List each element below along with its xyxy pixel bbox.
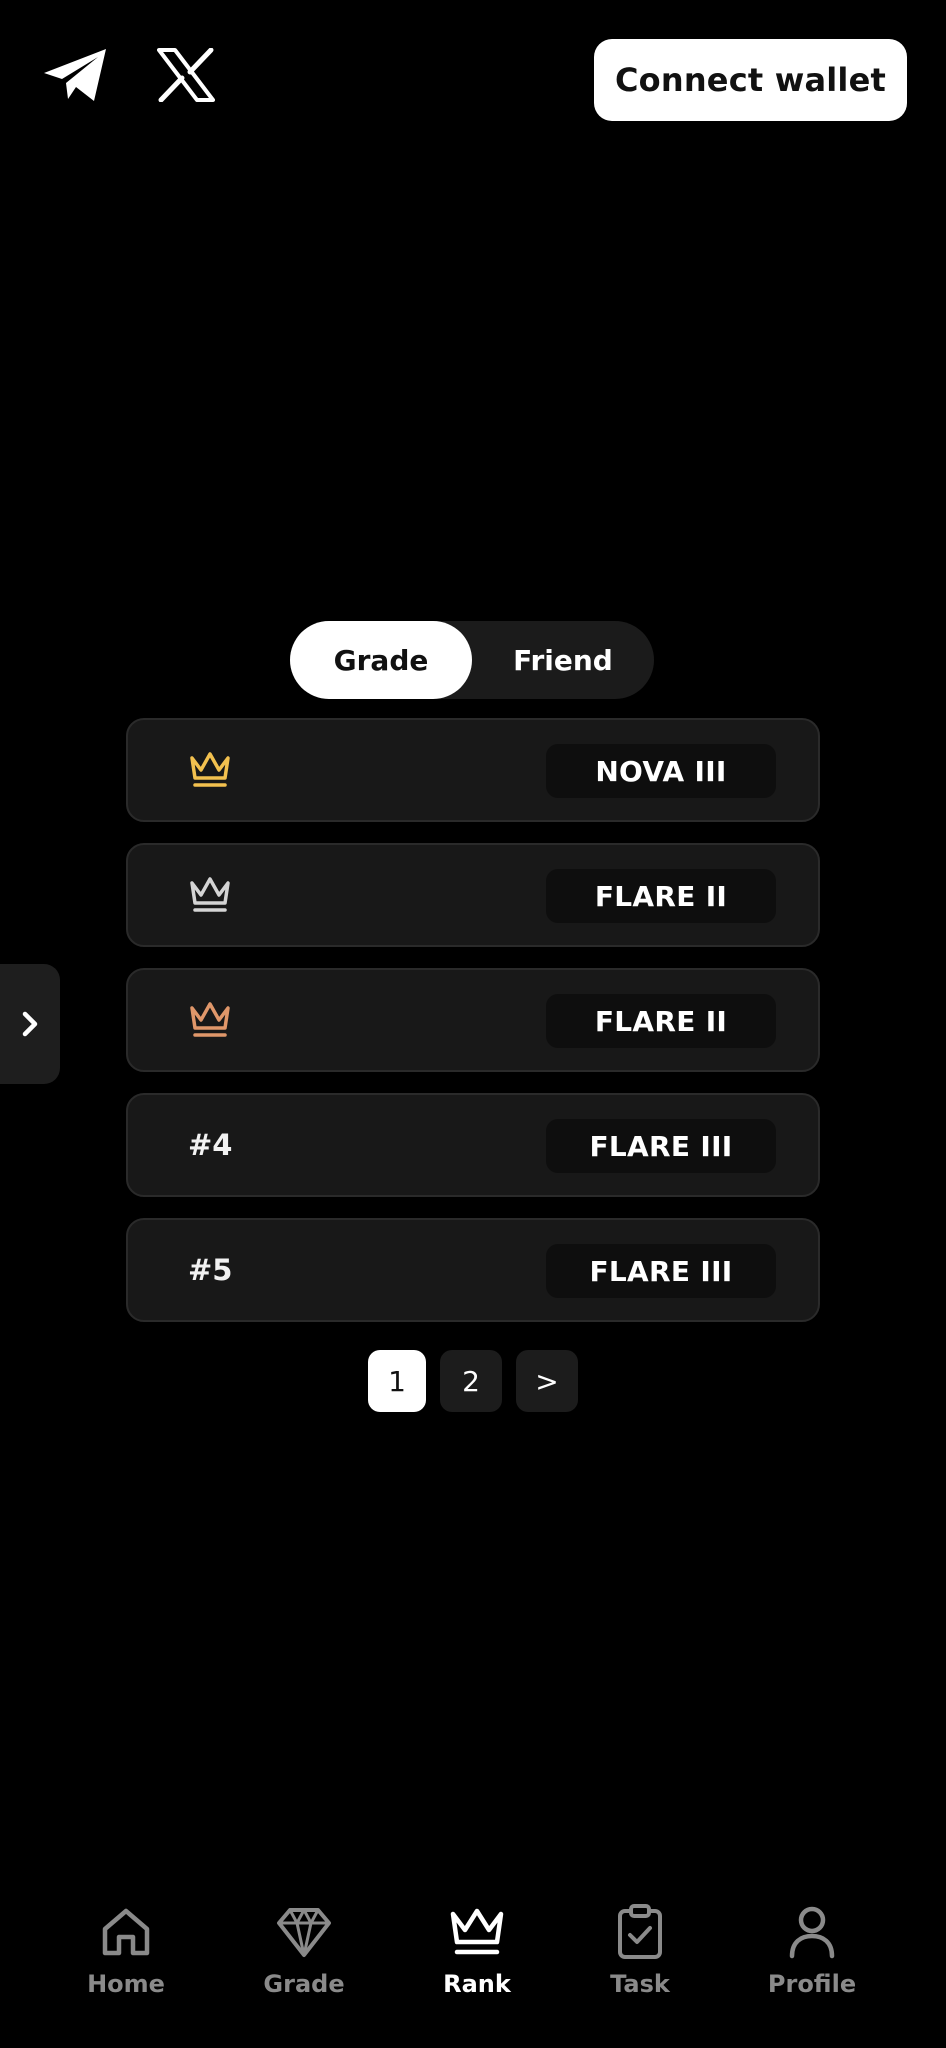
rank-position [188,720,232,820]
social-links [40,42,222,108]
rank-row[interactable]: #4 FLARE III [126,1093,820,1197]
rank-screen: Connect wallet Grade Friend NOVA III FLA [0,0,946,2048]
telegram-link[interactable] [40,42,112,108]
toggle-grade[interactable]: Grade [290,621,472,699]
grade-badge: FLARE II [546,994,776,1048]
rank-position: #4 [188,1128,233,1162]
nav-task[interactable]: Task [570,1902,710,1998]
grade-badge: NOVA III [546,744,776,798]
page-2-button[interactable]: 2 [440,1350,502,1412]
rank-position [188,970,232,1070]
clipboard-check-icon [610,1902,670,1962]
grade-badge: FLARE III [546,1244,776,1298]
rank-position: #5 [188,1253,233,1287]
nav-home[interactable]: Home [56,1902,196,1998]
nav-grade[interactable]: Grade [234,1902,374,1998]
x-icon [157,48,215,102]
rank-position [188,845,232,945]
page-1-button[interactable]: 1 [368,1350,426,1412]
rank-row[interactable]: FLARE II [126,843,820,947]
nav-rank[interactable]: Rank [407,1902,547,1998]
x-link[interactable] [150,42,222,108]
nav-label: Rank [443,1970,511,1998]
nav-label: Task [610,1970,670,1998]
side-panel-handle[interactable] [0,964,60,1084]
nav-label: Grade [263,1970,345,1998]
next-page-button[interactable]: > [516,1350,578,1412]
grade-badge: FLARE III [546,1119,776,1173]
crown-gold-icon [190,752,230,787]
home-icon [96,1902,156,1962]
user-icon [782,1902,842,1962]
crown-silver-icon [190,877,230,912]
nav-label: Home [87,1970,165,1998]
telegram-icon [44,49,106,101]
diamond-icon [274,1902,334,1962]
toggle-friend[interactable]: Friend [472,621,654,699]
crown-icon [447,1902,507,1962]
nav-profile[interactable]: Profile [742,1902,882,1998]
rank-row[interactable]: FLARE II [126,968,820,1072]
nav-label: Profile [767,1970,857,1998]
crown-bronze-icon [190,1002,230,1037]
connect-wallet-button[interactable]: Connect wallet [594,39,907,121]
pagination: 1 2 > [368,1350,578,1412]
rank-list: NOVA III FLARE II FLARE II #4 FLARE III … [126,718,820,1343]
rank-row[interactable]: NOVA III [126,718,820,822]
rank-row[interactable]: #5 FLARE III [126,1218,820,1322]
grade-badge: FLARE II [546,869,776,923]
bottom-nav: Home Grade Rank Task Profile [0,1902,946,2022]
chevron-right-icon [22,1011,38,1037]
grade-friend-toggle: Grade Friend [290,621,654,699]
